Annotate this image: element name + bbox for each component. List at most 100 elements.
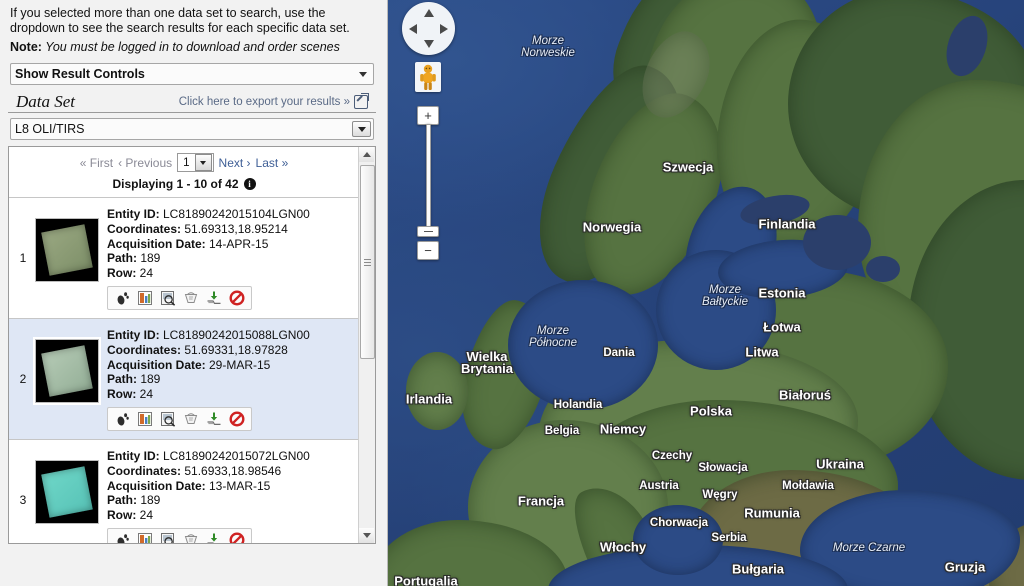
- order-scene-not-available-icon[interactable]: [227, 531, 247, 543]
- meta-row: Row: 24: [107, 508, 353, 523]
- last-page-link[interactable]: Last »: [256, 156, 289, 170]
- data-set-value: L8 OLI/TIRS: [15, 122, 85, 136]
- results-scrollport: « First ‹ Previous 1 Next › Last » Displ…: [9, 147, 359, 543]
- scene-action-toolbar: [107, 285, 252, 310]
- export-results-link[interactable]: Click here to export your results »: [179, 95, 368, 111]
- show-footprint-icon[interactable]: [112, 289, 132, 307]
- scroll-down-arrow-icon[interactable]: [359, 528, 374, 543]
- results-scrollbar[interactable]: [358, 147, 375, 543]
- meta-acquisition-date: Acquisition Date: 14-APR-15: [107, 237, 353, 252]
- show-footprint-icon[interactable]: [112, 531, 132, 543]
- scene-thumbnail-image: [41, 224, 93, 276]
- zoom-in-button[interactable]: +: [417, 106, 439, 125]
- first-page-link[interactable]: « First: [80, 156, 113, 170]
- order-scene-not-available-icon[interactable]: [227, 289, 247, 307]
- meta-acquisition-date-value: 13-MAR-15: [205, 478, 271, 493]
- meta-row-value: 24: [136, 387, 154, 402]
- show-footprint-icon[interactable]: [112, 410, 132, 428]
- meta-entity-id: Entity ID: LC81890242015104LGN00: [107, 207, 353, 222]
- meta-coordinates-value: 51.69313,18.95214: [181, 221, 288, 236]
- note-label: Note:: [10, 40, 42, 54]
- show-browse-overlay-icon[interactable]: [135, 289, 155, 307]
- pan-up-icon[interactable]: [423, 9, 434, 17]
- dataset-select-wrap: L8 OLI/TIRS: [2, 113, 382, 140]
- page-number-select[interactable]: 1: [177, 153, 214, 172]
- zoom-slider-track[interactable]: [426, 124, 431, 234]
- scene-metadata: Entity ID: LC81890242015104LGN00 Coordina…: [107, 206, 353, 310]
- download-options-icon[interactable]: [204, 410, 224, 428]
- meta-coordinates: Coordinates: 51.69313,18.95214: [107, 222, 353, 237]
- download-options-icon[interactable]: [204, 531, 224, 543]
- scrollbar-grip-icon: [364, 259, 371, 266]
- pan-right-icon[interactable]: [440, 23, 448, 34]
- meta-coordinates-label: Coordinates:: [107, 221, 182, 236]
- results-count: Displaying 1 - 10 of 42 i: [9, 176, 359, 198]
- add-to-bulk-download-icon[interactable]: [181, 289, 201, 307]
- scene-action-toolbar: [107, 406, 252, 431]
- results-list-box: « First ‹ Previous 1 Next › Last » Displ…: [8, 146, 376, 544]
- info-icon[interactable]: i: [243, 178, 256, 190]
- meta-path-value: 189: [137, 251, 161, 266]
- meta-entity-id: Entity ID: LC81890242015072LGN00: [107, 449, 353, 464]
- result-controls-wrap: Show Result Controls: [2, 61, 382, 85]
- data-set-select[interactable]: L8 OLI/TIRS: [10, 118, 374, 140]
- pan-down-icon[interactable]: [423, 40, 434, 48]
- zoom-control[interactable]: + −: [417, 106, 439, 260]
- next-page-link[interactable]: Next ›: [219, 156, 251, 170]
- table-row[interactable]: 2 Entity ID: LC81890242015088LGN00 Coordin…: [9, 318, 359, 440]
- meta-acquisition-date: Acquisition Date: 29-MAR-15: [107, 358, 353, 373]
- export-results-label: Click here to export your results »: [178, 96, 350, 108]
- meta-path-label: Path:: [107, 372, 137, 387]
- meta-acquisition-date-value: 29-MAR-15: [205, 357, 271, 372]
- dataset-header-row: Data Set Click here to export your resul…: [8, 89, 376, 113]
- results-scrollbar-thumb[interactable]: [360, 165, 375, 359]
- show-browse-overlay-icon[interactable]: [135, 531, 155, 543]
- meta-acquisition-date-label: Acquisition Date:: [107, 478, 206, 493]
- previous-page-link[interactable]: ‹ Previous: [118, 156, 172, 170]
- show-browse-overlay-icon[interactable]: [135, 410, 155, 428]
- meta-coordinates-value: 51.6933,18.98546: [181, 463, 282, 478]
- scroll-up-arrow-icon[interactable]: [359, 147, 374, 162]
- note-text: You must be logged in to download and or…: [41, 40, 340, 54]
- meta-path-value: 189: [137, 372, 161, 387]
- show-metadata-icon[interactable]: [158, 531, 178, 543]
- row-index: 1: [19, 250, 27, 265]
- results-count-label: Displaying 1 - 10 of 42: [112, 177, 239, 191]
- zoom-out-button[interactable]: −: [417, 241, 439, 260]
- order-scene-not-available-icon[interactable]: [227, 410, 247, 428]
- euros-earthexplorer-page: If you selected more than one data set t…: [0, 0, 1024, 586]
- login-note: Note: You must be logged in to download …: [2, 38, 382, 61]
- download-options-icon[interactable]: [204, 289, 224, 307]
- scene-thumbnail[interactable]: [35, 218, 99, 282]
- scene-thumbnail[interactable]: [35, 338, 99, 403]
- chevron-down-icon[interactable]: [352, 121, 371, 137]
- street-view-pegman-icon[interactable]: [415, 62, 441, 92]
- scene-thumbnail-image: [41, 466, 93, 518]
- page-number-value: 1: [183, 156, 190, 169]
- table-row[interactable]: 3 Entity ID: LC81890242015072LGN00 Coordin…: [9, 439, 359, 543]
- meta-acquisition-date: Acquisition Date: 13-MAR-15: [107, 479, 353, 494]
- meta-entity-id-value: LC81890242015088LGN00: [159, 327, 310, 342]
- landmass-layer: [388, 0, 1024, 586]
- scene-metadata: Entity ID: LC81890242015088LGN00 Coordina…: [107, 327, 353, 431]
- pan-control[interactable]: [402, 2, 455, 55]
- scene-thumbnail[interactable]: [35, 459, 99, 524]
- pan-left-icon[interactable]: [409, 23, 417, 34]
- meta-entity-id-label: Entity ID:: [107, 327, 160, 342]
- add-to-bulk-download-icon[interactable]: [181, 531, 201, 543]
- meta-row-value: 24: [136, 508, 154, 523]
- results-list: 1 Entity ID: LC81890242015104LGN00 Coordin…: [9, 198, 359, 543]
- zoom-slider-thumb[interactable]: [417, 226, 439, 237]
- show-result-controls-select[interactable]: Show Result Controls: [10, 63, 374, 85]
- map-viewport[interactable]: Morze Norweskie Szwecja Norwegia Finlandia Es…: [388, 0, 1024, 586]
- chevron-down-icon[interactable]: [194, 154, 212, 171]
- show-metadata-icon[interactable]: [158, 410, 178, 428]
- meta-coordinates-label: Coordinates:: [107, 342, 182, 357]
- row-index: 3: [19, 492, 27, 507]
- show-metadata-icon[interactable]: [158, 289, 178, 307]
- meta-row-value: 24: [136, 266, 154, 281]
- add-to-bulk-download-icon[interactable]: [181, 410, 201, 428]
- meta-coordinates: Coordinates: 51.6933,18.98546: [107, 464, 353, 479]
- meta-row: Row: 24: [107, 266, 353, 281]
- table-row[interactable]: 1 Entity ID: LC81890242015104LGN00 Coordin…: [9, 198, 359, 319]
